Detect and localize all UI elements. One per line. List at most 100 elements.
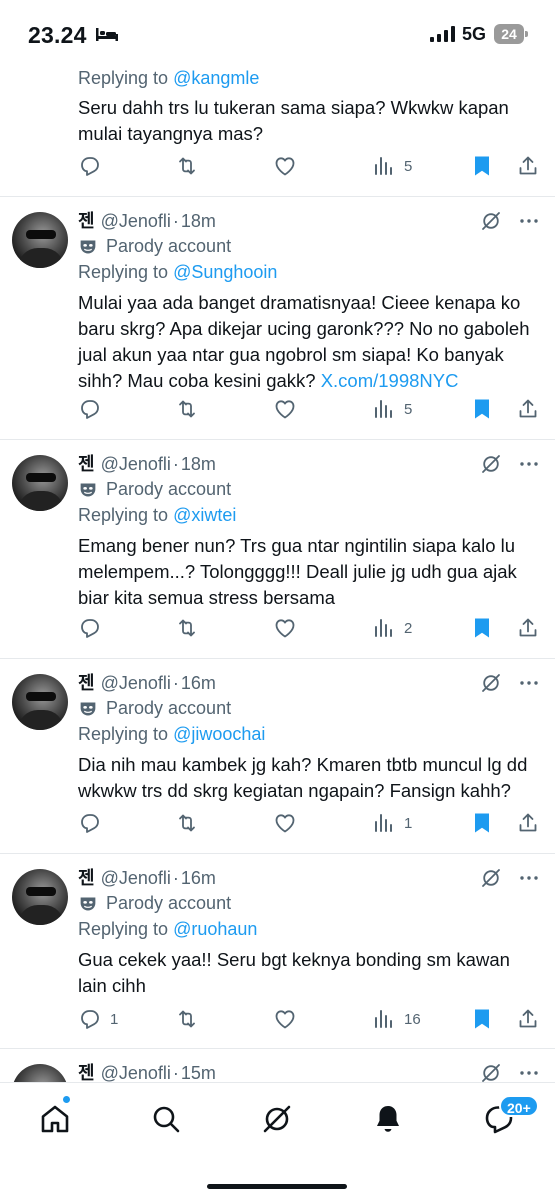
share-icon [516,811,540,835]
parody-mask-icon [78,895,98,913]
search-icon[interactable] [148,1101,184,1137]
user-handle[interactable]: @Jenofli [101,868,171,889]
status-time: 23.24 [28,22,87,48]
bookmark-icon [470,397,494,421]
share-button[interactable] [516,809,540,837]
user-handle[interactable]: @Jenofli [101,673,171,694]
user-handle[interactable]: @Jenofli [101,211,171,232]
status-bar: 23.24 5G 24 [0,0,555,68]
display-name[interactable]: 젠 [78,1059,95,1082]
views-icon [372,1007,396,1031]
reply-button[interactable] [78,809,110,837]
bookmark-icon [470,616,494,640]
grok-icon[interactable] [479,452,503,476]
repost-button[interactable] [175,1005,207,1033]
avatar[interactable] [12,455,68,511]
post-time[interactable]: 18m [181,454,216,475]
avatar[interactable] [12,674,68,730]
post-actions: 2 [78,614,540,642]
replying-to-mention[interactable]: @Sunghooin [173,262,277,282]
more-icon[interactable] [517,671,541,695]
reply-icon [78,1007,102,1031]
like-button[interactable] [273,614,305,642]
more-icon[interactable] [517,209,541,233]
reply-button[interactable]: 1 [78,1005,118,1033]
post-time[interactable]: 16m [181,868,216,889]
replying-to-mention[interactable]: @jiwoochai [173,724,265,744]
home-notification-dot [62,1095,71,1104]
post-time[interactable]: 15m [181,1063,216,1082]
repost-button[interactable] [175,395,207,423]
reply-button[interactable] [78,395,110,423]
display-name[interactable]: 젠 [78,669,95,695]
bookmark-button[interactable] [470,809,494,837]
like-icon [273,397,297,421]
messages-badge: 20+ [499,1095,539,1117]
post-item[interactable]: 젠 @Jenofli · 16m Parody account Replying… [0,854,555,1049]
share-button[interactable] [516,1005,540,1033]
views-button[interactable]: 16 [372,1005,421,1033]
more-icon[interactable] [517,866,541,890]
parody-mask-icon [78,481,98,499]
post-item[interactable]: 젠 @Jenofli · 18m Parody account Replying… [0,440,555,659]
grok-icon[interactable] [479,671,503,695]
user-handle[interactable]: @Jenofli [101,454,171,475]
reply-button[interactable] [78,614,110,642]
reply-feed[interactable]: Replying to @kangmle Seru dahh trs lu tu… [0,0,555,1082]
grok-icon[interactable] [479,209,503,233]
like-button[interactable] [273,395,305,423]
post-item[interactable]: 젠 @Jenofli · 15m [0,1049,555,1082]
replying-to: Replying to @ruohaun [78,919,258,939]
views-button[interactable]: 5 [372,152,412,180]
post-item[interactable]: 젠 @Jenofli · 18m Parody account Replying… [0,197,555,440]
replying-to-mention[interactable]: @kangmle [173,68,259,88]
more-icon[interactable] [517,452,541,476]
post-time[interactable]: 18m [181,211,216,232]
display-name[interactable]: 젠 [78,450,95,476]
repost-button[interactable] [175,809,207,837]
repost-button[interactable] [175,614,207,642]
replying-to-mention[interactable]: @ruohaun [173,919,257,939]
avatar[interactable] [12,869,68,925]
repost-icon [175,811,199,835]
post-item[interactable]: 젠 @Jenofli · 16m Parody account Replying… [0,659,555,854]
more-icon[interactable] [517,1061,541,1082]
repost-icon [175,397,199,421]
avatar[interactable] [12,212,68,268]
notifications-icon[interactable] [370,1101,406,1137]
share-button[interactable] [516,395,540,423]
like-button[interactable] [273,809,305,837]
views-button[interactable]: 5 [372,395,412,423]
like-icon [273,1007,297,1031]
like-button[interactable] [273,1005,305,1033]
display-name[interactable]: 젠 [78,864,95,890]
repost-button[interactable] [175,152,207,180]
views-icon [372,616,396,640]
share-button[interactable] [516,614,540,642]
replying-to-mention[interactable]: @xiwtei [173,505,236,525]
bookmark-button[interactable] [470,1005,494,1033]
bookmark-button[interactable] [470,395,494,423]
share-icon [516,1007,540,1031]
bookmark-button[interactable] [470,614,494,642]
grok-icon[interactable] [479,866,503,890]
post-actions: 5 [78,152,540,180]
share-button[interactable] [516,152,540,180]
like-button[interactable] [273,152,305,180]
avatar[interactable] [12,1064,68,1082]
views-icon [372,154,396,178]
home-icon[interactable] [37,1101,73,1137]
grok-icon[interactable] [479,1061,503,1082]
bottom-tab-bar: 20+ [0,1082,555,1200]
bookmark-button[interactable] [470,152,494,180]
views-button[interactable]: 2 [372,614,412,642]
display-name[interactable]: 젠 [78,207,95,233]
post-header: 젠 @Jenofli · 18m [78,207,216,233]
post-link[interactable]: X.com/1998NYC [321,370,459,391]
replying-to: Replying to @xiwtei [78,505,237,525]
reply-button[interactable] [78,152,110,180]
user-handle[interactable]: @Jenofli [101,1063,171,1082]
post-time[interactable]: 16m [181,673,216,694]
grok-tab-icon[interactable] [259,1101,295,1137]
views-button[interactable]: 1 [372,809,412,837]
